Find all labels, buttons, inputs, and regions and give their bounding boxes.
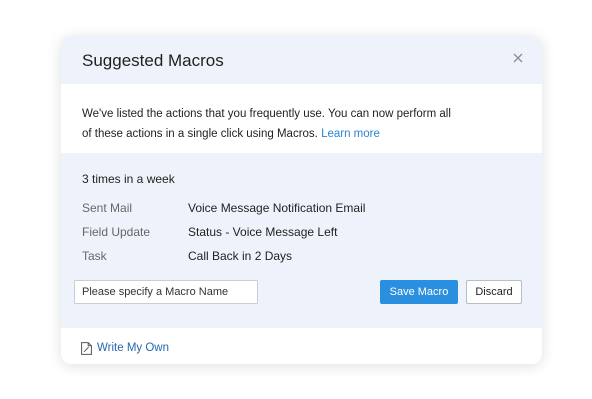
action-value: Status - Voice Message Left [188,225,338,239]
intro-text: We've listed the actions that you freque… [82,104,462,144]
action-label: Task [82,249,107,263]
write-my-own-label: Write My Own [97,342,169,354]
macro-name-input[interactable] [74,280,258,304]
dialog-header: Suggested Macros [61,36,542,84]
discard-button[interactable]: Discard [466,280,522,304]
save-macro-button[interactable]: Save Macro [380,280,458,304]
close-icon[interactable] [511,51,525,65]
write-my-own-link[interactable]: Write My Own [81,340,169,356]
suggested-macros-dialog: Suggested Macros We've listed the action… [61,36,542,364]
frequency-text: 3 times in a week [82,172,175,186]
action-value: Call Back in 2 Days [188,249,293,263]
action-label: Sent Mail [82,201,133,215]
document-icon [81,341,92,355]
suggestion-panel: 3 times in a week Sent Mail Voice Messag… [61,153,542,328]
learn-more-link[interactable]: Learn more [321,128,380,140]
intro-description: We've listed the actions that you freque… [82,108,451,140]
dialog-title: Suggested Macros [82,51,224,70]
action-label: Field Update [82,225,151,239]
action-value: Voice Message Notification Email [188,201,366,215]
